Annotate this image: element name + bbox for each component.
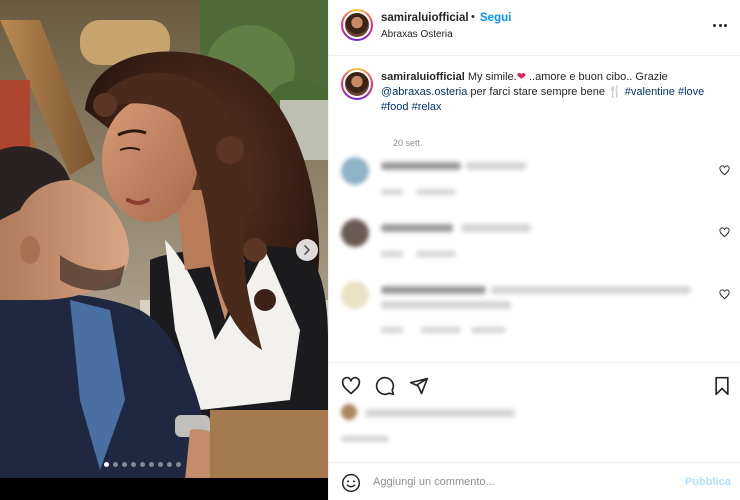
avatar[interactable] [341, 281, 369, 309]
caption-body-3: per farci stare sempre bene [467, 86, 608, 98]
post-photo[interactable] [0, 0, 328, 500]
carousel-dot [167, 462, 172, 467]
blurred-likes-text [365, 409, 515, 417]
add-comment-bar: Pubblica [329, 462, 740, 500]
blurred-meta [471, 327, 506, 333]
post-side-panel: samiraluiofficial • Segui Abraxas Osteri… [328, 0, 740, 500]
publish-button[interactable]: Pubblica [685, 476, 731, 488]
blurred-meta [421, 327, 461, 333]
avatar[interactable] [341, 219, 369, 247]
caption-text: samiraluiofficial My simile.❤ ..amore e … [381, 70, 721, 115]
photo-scene [0, 0, 328, 480]
carousel-dot [131, 462, 136, 467]
carousel-dot [122, 462, 127, 467]
carousel-dot [113, 462, 118, 467]
blurred-meta [381, 327, 403, 333]
avatar[interactable] [341, 9, 373, 41]
hashtag-link[interactable]: #relax [412, 101, 442, 113]
carousel-indicator [104, 462, 181, 467]
comment-input[interactable] [373, 471, 673, 493]
separator-dot: • [471, 11, 475, 23]
heart-icon[interactable] [719, 289, 730, 300]
caption-username[interactable]: samiraluiofficial [381, 71, 465, 83]
location-link[interactable]: Abraxas Osteria [381, 29, 453, 40]
bookmark-icon[interactable] [713, 376, 731, 396]
comment-icon[interactable] [375, 376, 395, 396]
carousel-dot [140, 462, 145, 467]
hashtag-link[interactable]: #food [381, 101, 409, 113]
instagram-post-modal: samiraluiofficial • Segui Abraxas Osteri… [0, 0, 740, 500]
blurred-date [341, 436, 389, 442]
caption-date: 20 sett. [393, 138, 423, 148]
list-item [341, 157, 731, 197]
share-icon[interactable] [409, 376, 429, 396]
photo-bottom-bar [0, 478, 328, 500]
carousel-dot [149, 462, 154, 467]
heart-icon[interactable] [719, 227, 730, 238]
avatar [341, 404, 357, 420]
blurred-meta [416, 251, 456, 257]
comments-section[interactable]: samiraluiofficial My simile.❤ ..amore e … [329, 57, 740, 361]
emoji-icon[interactable] [341, 473, 361, 493]
hashtag-link[interactable]: #love [678, 86, 704, 98]
list-item [341, 281, 731, 335]
carousel-dot [104, 462, 109, 467]
list-item [341, 219, 731, 259]
caption-avatar[interactable] [341, 68, 373, 100]
heart-icon[interactable] [341, 376, 361, 396]
blurred-username [381, 162, 461, 170]
carousel-next-button[interactable] [296, 239, 318, 261]
blurred-text [466, 162, 526, 170]
caption-body-1: My simile. [467, 71, 517, 83]
follow-button[interactable]: Segui [480, 12, 511, 24]
blurred-meta [381, 251, 403, 257]
header-username[interactable]: samiraluiofficial [381, 12, 469, 24]
caption-body-2: ..amore e buon cibo.. Grazie [525, 71, 668, 83]
carousel-dot [158, 462, 163, 467]
heart-icon[interactable] [719, 165, 730, 176]
blurred-username [381, 224, 453, 232]
blurred-meta [416, 189, 456, 195]
chevron-right-icon [304, 245, 310, 255]
avatar[interactable] [341, 157, 369, 185]
carousel-dot [176, 462, 181, 467]
hashtag-link[interactable]: #valentine [625, 86, 675, 98]
blurred-text [381, 301, 511, 309]
blurred-meta [381, 189, 403, 195]
blurred-username [381, 286, 486, 294]
post-header: samiraluiofficial • Segui Abraxas Osteri… [329, 0, 740, 56]
likes-summary[interactable] [341, 404, 731, 434]
mention-link[interactable]: @abraxas.osteria [381, 86, 467, 98]
blurred-text [491, 286, 691, 294]
heart-emoji: ❤ [516, 71, 526, 83]
more-horizontal-icon[interactable] [713, 20, 729, 30]
cutlery-emoji: 🍴 [608, 86, 622, 98]
blurred-text [461, 224, 531, 232]
